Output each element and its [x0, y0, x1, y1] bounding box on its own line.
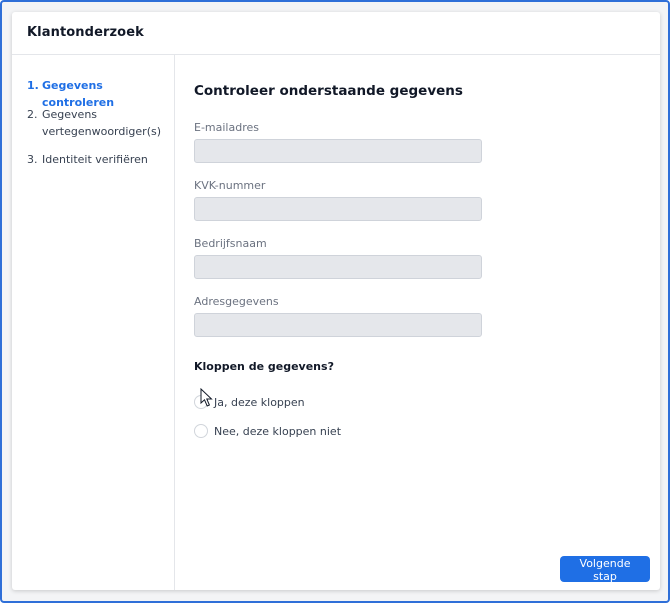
window-frame: Klantonderzoek 1. Gegevens controleren 2…	[0, 0, 670, 603]
company-name-label: Bedrijfsnaam	[194, 237, 267, 250]
radio-circle-icon[interactable]	[194, 395, 208, 409]
radio-option-no[interactable]: Nee, deze kloppen niet	[194, 422, 341, 440]
address-label: Adresgegevens	[194, 295, 279, 308]
email-label: E-mailadres	[194, 121, 259, 134]
company-name-field[interactable]	[194, 255, 482, 279]
form-card: Klantonderzoek 1. Gegevens controleren 2…	[12, 12, 660, 590]
card-title: Klantonderzoek	[27, 25, 144, 40]
kvk-label: KVK-nummer	[194, 179, 266, 192]
radio-label-no: Nee, deze kloppen niet	[214, 424, 342, 438]
kvk-field[interactable]	[194, 197, 482, 221]
sidebar-step-identiteit-verifieren[interactable]: 3. Identiteit verifiëren	[27, 151, 167, 168]
radio-label-yes: Ja, deze kloppen	[214, 395, 305, 409]
card-header: Klantonderzoek	[12, 12, 660, 55]
steps-sidebar: 1. Gegevens controleren 2. Gegevens vert…	[12, 55, 175, 590]
radio-option-yes[interactable]: Ja, deze kloppen	[194, 393, 305, 411]
next-step-button[interactable]: Volgende stap	[560, 556, 650, 583]
page-title: Controleer onderstaande gegevens	[194, 83, 463, 99]
step-number: 2.	[27, 108, 38, 121]
email-field[interactable]	[194, 139, 482, 163]
sidebar-step-vertegenwoordigers[interactable]: 2. Gegevens vertegenwoordiger(s)	[27, 106, 167, 140]
step-number: 3.	[27, 153, 38, 166]
main-content: Controleer onderstaande gegevens E-maila…	[175, 55, 660, 590]
step-label: Gegevens vertegenwoordiger(s)	[42, 108, 162, 138]
confirm-question: Kloppen de gegevens?	[194, 360, 334, 373]
step-label: Identiteit verifiëren	[42, 153, 148, 166]
radio-circle-icon[interactable]	[194, 424, 208, 438]
address-field[interactable]	[194, 313, 482, 337]
